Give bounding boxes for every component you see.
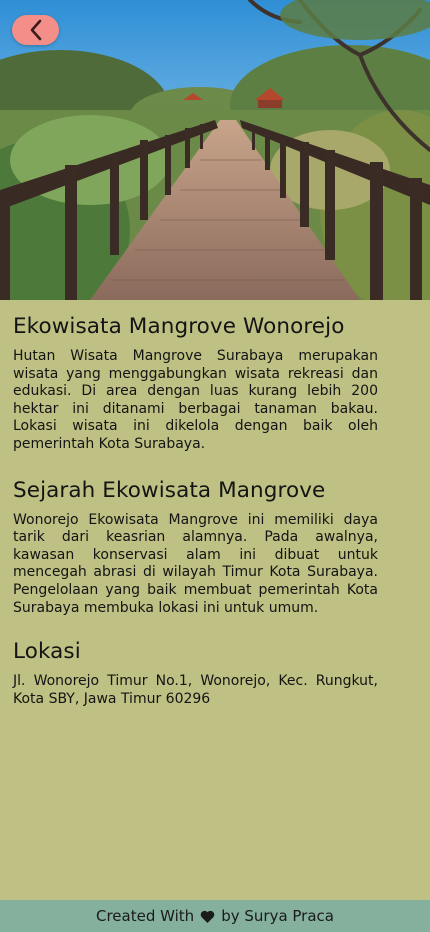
section-body: Hutan Wisata Mangrove Surabaya merupakan… <box>13 348 378 452</box>
content: Ekowisata Mangrove Wonorejo Hutan Wisata… <box>13 312 378 708</box>
section-title: Sejarah Ekowisata Mangrove <box>13 477 326 503</box>
section-title: Ekowisata Mangrove Wonorejo <box>13 314 345 339</box>
footer-prefix: Created With <box>96 907 195 925</box>
footer-suffix: by Surya Praca <box>221 907 334 925</box>
heart-icon <box>200 910 215 923</box>
chevron-left-icon <box>30 19 41 41</box>
section-title: Lokasi <box>13 639 81 665</box>
back-button[interactable] <box>12 15 59 45</box>
address-text: Jl. Wonorejo Timur No.1, Wonorejo, Kec. … <box>13 673 378 707</box>
hero-image <box>0 0 430 300</box>
footer: Created With by Surya Praca <box>0 900 430 932</box>
section-body: Wonorejo Ekowisata Mangrove ini memiliki… <box>13 511 378 616</box>
